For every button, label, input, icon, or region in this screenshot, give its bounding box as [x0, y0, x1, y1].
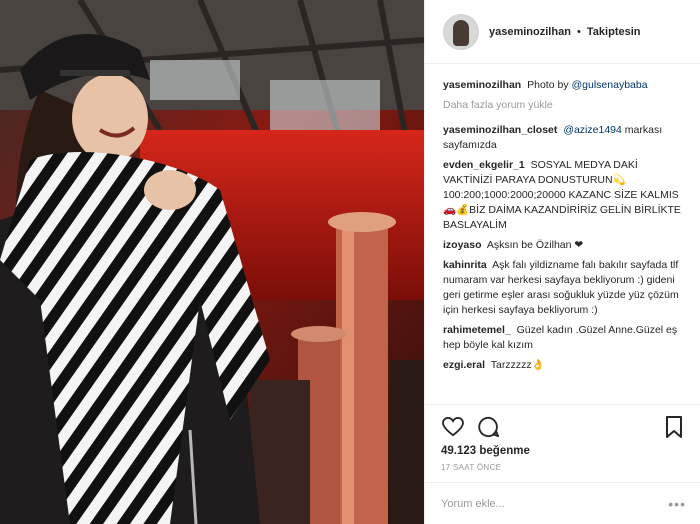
comments-section: yaseminozilhan Photo by @gulsenaybaba Da… — [425, 64, 700, 404]
load-more-comments[interactable]: Daha fazla yorum yükle — [443, 98, 686, 113]
likes-count[interactable]: 49.123 beğenme — [441, 445, 686, 457]
header-username[interactable]: yaseminozilhan — [489, 26, 571, 38]
post-timestamp[interactable]: 17 SAAT ÖNCE — [441, 463, 686, 472]
comment-text: Tarzzzzz👌 — [490, 359, 545, 371]
comment-item: evden_ekgelir_1 SOSYAL MEDYA DAKİ VAKTİN… — [443, 158, 686, 233]
photo-illustration — [0, 0, 424, 524]
comment-text: Aşksın be Özilhan ❤ — [486, 239, 584, 251]
comment-username[interactable]: yaseminozilhan_closet — [443, 124, 557, 136]
comment-mention[interactable]: @azize1494 — [563, 124, 622, 136]
caption-text: Photo by — [527, 79, 569, 91]
comment-username[interactable]: ezgi.eral — [443, 359, 485, 371]
comment-username[interactable]: rahimetemel_ — [443, 324, 511, 336]
heart-icon[interactable] — [441, 415, 465, 439]
comment-item: rahimetemel_ Güzel kadın .Güzel Anne.Güz… — [443, 323, 686, 353]
header-names: yaseminozilhan • Takiptesin — [489, 26, 641, 38]
caption-mention[interactable]: @gulsenaybaba — [572, 79, 648, 91]
post-header: yaseminozilhan • Takiptesin — [425, 0, 700, 64]
post-photo[interactable] — [0, 0, 424, 524]
avatar[interactable] — [443, 13, 479, 50]
comment-item: ezgi.eral Tarzzzzz👌 — [443, 358, 686, 373]
comment-item: izoyaso Aşksın be Özilhan ❤ — [443, 238, 686, 253]
caption-username[interactable]: yaseminozilhan — [443, 79, 521, 91]
comment-item: kahinrita Aşk falı yildizname falı bakıl… — [443, 258, 686, 318]
add-comment-bar: ••• — [425, 482, 700, 524]
comment-username[interactable]: izoyaso — [443, 239, 482, 251]
follow-status[interactable]: Takiptesin — [587, 26, 641, 38]
more-options-icon[interactable]: ••• — [668, 496, 686, 512]
caption: yaseminozilhan Photo by @gulsenaybaba — [443, 78, 686, 93]
header-separator: • — [576, 25, 581, 38]
comment-bubble-icon[interactable] — [477, 415, 501, 439]
instagram-post: yaseminozilhan • Takiptesin yaseminozilh… — [0, 0, 700, 524]
post-side-panel: yaseminozilhan • Takiptesin yaseminozilh… — [424, 0, 700, 524]
comment-username[interactable]: kahinrita — [443, 259, 487, 271]
comment-username[interactable]: evden_ekgelir_1 — [443, 159, 525, 171]
bookmark-icon[interactable] — [662, 415, 686, 439]
comment-input[interactable] — [441, 497, 669, 510]
action-icons — [441, 413, 686, 441]
post-actions: 49.123 beğenme 17 SAAT ÖNCE — [425, 404, 700, 472]
comment-item: yaseminozilhan_closet @azize1494 markası… — [443, 123, 686, 153]
